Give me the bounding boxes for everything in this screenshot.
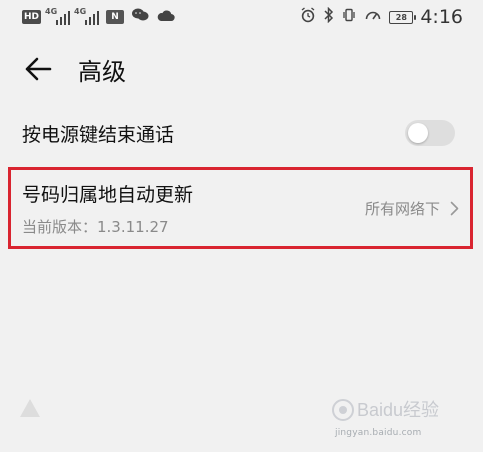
battery-icon: 28 — [389, 10, 417, 24]
speedometer-icon — [364, 7, 382, 28]
signal-2-network-tag: 4G — [74, 7, 87, 16]
page-title: 高级 — [78, 57, 126, 86]
signal-bar — [64, 14, 67, 25]
signal-1-network-tag: 4G — [45, 7, 58, 16]
status-right: 28 4:16 — [300, 6, 463, 28]
chevron-right-icon — [449, 200, 459, 216]
nfc-icon: N — [106, 10, 125, 24]
signal-bar — [60, 17, 63, 25]
settings-list: 按电源键结束通话 号码归属地自动更新 当前版本：1.3.11.27 所有网络下 — [0, 104, 483, 452]
power-end-call-label: 按电源键结束通话 — [22, 123, 175, 146]
advanced-settings-screen: HD 4G 4G N 28 4:16 高级 按电源键结束通话 号码归属地自动更新… — [0, 0, 483, 452]
alarm-icon — [300, 6, 316, 28]
signal-bar — [56, 20, 59, 25]
status-time: 4:16 — [420, 6, 463, 28]
wechat-icon — [131, 7, 150, 27]
signal-bar — [89, 17, 92, 25]
current-version-label: 当前版本：1.3.11.27 — [22, 217, 169, 236]
signal-bar — [68, 11, 71, 25]
status-left: HD 4G 4G N — [22, 7, 175, 27]
signal-bar — [85, 20, 88, 25]
signal-strength-2: 4G — [74, 7, 100, 25]
signal-bar — [97, 11, 100, 25]
cloud-icon — [157, 7, 175, 27]
back-button[interactable] — [22, 53, 54, 85]
bluetooth-icon — [323, 6, 334, 28]
hd-badge: HD — [22, 10, 42, 24]
signal-strength-1: 4G — [45, 7, 71, 25]
signal-bar — [93, 14, 96, 25]
network-setting-value: 所有网络下 — [365, 198, 459, 219]
network-setting-text: 所有网络下 — [364, 199, 440, 218]
app-header: 高级 — [0, 34, 483, 104]
number-location-update-text: 号码归属地自动更新 当前版本：1.3.11.27 — [22, 180, 193, 237]
power-end-call-row[interactable]: 按电源键结束通话 — [0, 104, 483, 162]
vibrate-icon — [341, 7, 357, 28]
status-bar: HD 4G 4G N 28 4:16 — [0, 0, 483, 34]
number-location-update-label: 号码归属地自动更新 — [22, 183, 194, 206]
power-end-call-toggle[interactable] — [405, 120, 455, 146]
faded-corner-icon — [20, 399, 40, 417]
arrow-left-icon — [25, 57, 52, 81]
toggle-knob — [408, 123, 428, 143]
number-location-update-row[interactable]: 号码归属地自动更新 当前版本：1.3.11.27 所有网络下 — [0, 163, 483, 253]
